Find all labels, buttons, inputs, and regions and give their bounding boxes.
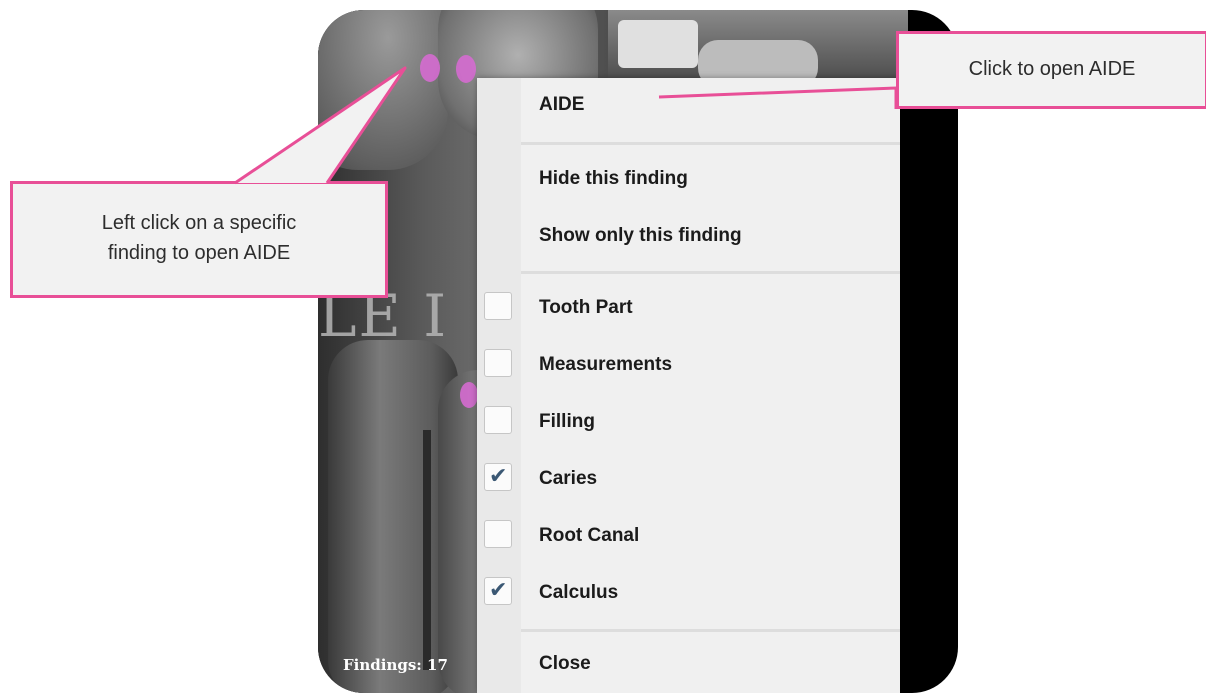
arrow-to-aide — [658, 86, 898, 109]
annotation-arrows — [234, 66, 898, 185]
arrow-to-finding — [234, 66, 407, 185]
